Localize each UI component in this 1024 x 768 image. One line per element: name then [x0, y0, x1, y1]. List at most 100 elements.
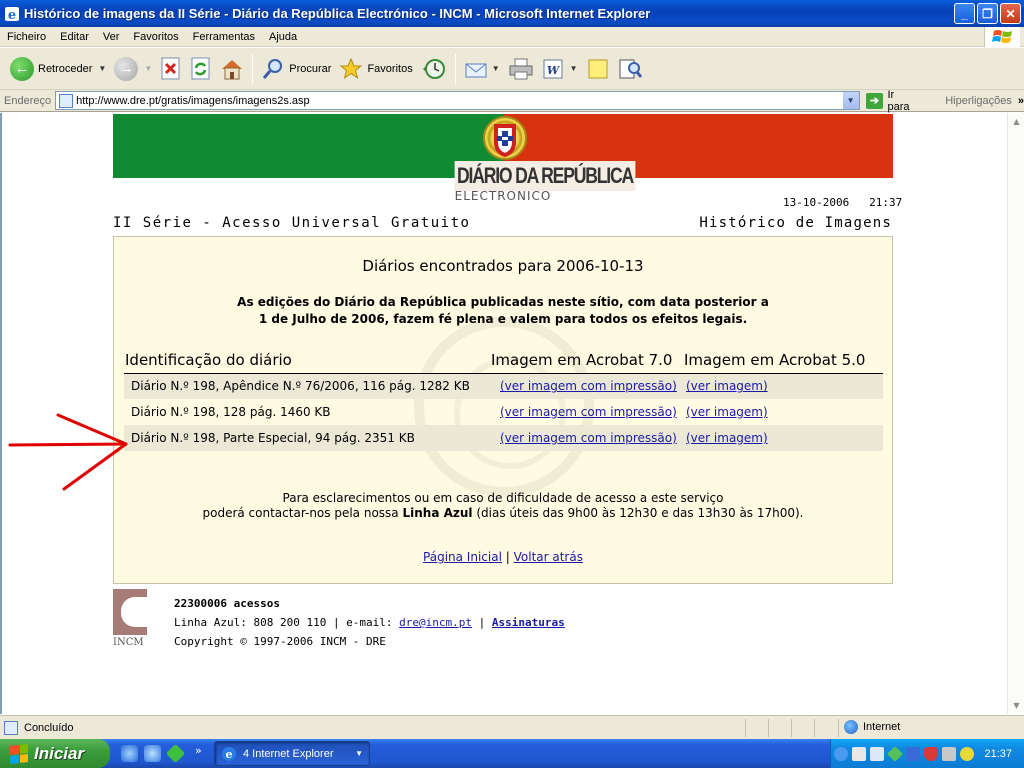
toolbar: ← Retroceder ▼ → ▼ Procurar Favoritos ▼ … [0, 48, 1024, 90]
found-heading: Diários encontrados para 2006-10-13 [362, 257, 644, 275]
go-back-link[interactable]: Voltar atrás [514, 550, 583, 564]
links-toolbar[interactable]: Hiperligações [945, 95, 1012, 107]
history-button[interactable] [417, 51, 451, 87]
view-with-print-link[interactable]: (ver imagem com impressão) [500, 379, 677, 393]
link-separator: | [505, 550, 510, 564]
home-button[interactable] [216, 51, 248, 87]
phone-text: Linha Azul: 808 200 110 | e-mail: [174, 616, 393, 629]
view-image-link[interactable]: (ver imagem) [686, 379, 768, 393]
search-button[interactable]: Procurar [257, 51, 335, 87]
taskbar-ie-group[interactable]: e 4 Internet Explorer ▼ [214, 741, 370, 766]
quicklaunch-ie-icon[interactable] [121, 745, 138, 762]
menu-view[interactable]: Ver [96, 31, 127, 43]
quicklaunch-ie2-icon[interactable] [144, 745, 161, 762]
print-button[interactable] [504, 51, 538, 87]
start-label: Iniciar [34, 743, 85, 763]
vertical-scrollbar[interactable]: ▲ ▼ [1007, 113, 1024, 714]
status-divider [791, 719, 792, 737]
discuss-button[interactable] [582, 51, 614, 87]
menu-edit[interactable]: Editar [53, 31, 96, 43]
tray-app-icon[interactable] [887, 745, 903, 762]
home-page-link[interactable]: Página Inicial [423, 550, 502, 564]
nav-links: Página Inicial | Voltar atrás [114, 550, 892, 564]
page-footer: INCM 22300006 acessos Linha Azul: 808 20… [113, 589, 613, 653]
address-input[interactable]: http://www.dre.pt/gratis/imagens/imagens… [55, 91, 860, 110]
history-icon [422, 58, 445, 79]
menu-file[interactable]: Ficheiro [0, 31, 53, 43]
contact-line-1: Para esclarecimentos ou em caso de dific… [282, 491, 724, 505]
favorites-button[interactable]: Favoritos [335, 51, 416, 87]
word-document-icon: W [543, 59, 563, 78]
notice-line-2: 1 de Julho de 2006, fazem fé plena e val… [258, 312, 748, 326]
address-dropdown-icon[interactable]: ▼ [841, 92, 859, 109]
contact-line: Linha Azul: 808 200 110 | e-mail: dre@in… [174, 613, 565, 632]
view-image-link[interactable]: (ver imagem) [686, 405, 768, 419]
research-button[interactable] [614, 51, 648, 87]
maximize-button[interactable]: ❐ [977, 3, 998, 24]
incm-logo-text: INCM [113, 637, 144, 648]
windows-flag-icon [10, 743, 28, 764]
address-url[interactable]: http://www.dre.pt/gratis/imagens/imagens… [76, 95, 310, 107]
tray-network-icon[interactable] [852, 746, 866, 761]
go-button[interactable]: ➔ Ir para [865, 88, 920, 113]
quicklaunch-chevron-icon[interactable]: » [195, 744, 202, 757]
status-divider [838, 719, 839, 737]
results-table: Identificação do diário Imagem em Acroba… [124, 347, 883, 451]
start-button[interactable]: Iniciar [0, 739, 110, 768]
forward-button[interactable]: → ▼ [110, 51, 156, 87]
row-id: Diário N.º 198, Parte Especial, 94 pág. … [124, 425, 490, 451]
mail-icon [465, 63, 487, 77]
forward-dropdown-icon[interactable]: ▼ [144, 64, 152, 73]
email-link[interactable]: dre@incm.pt [399, 616, 472, 629]
globe-icon [844, 720, 858, 734]
zone-label: Internet [863, 721, 901, 733]
back-arrow-icon: ← [10, 56, 34, 81]
scroll-down-icon[interactable]: ▼ [1008, 697, 1024, 714]
go-label: Ir para [887, 88, 910, 113]
status-text: Concluído [24, 721, 74, 734]
tray-app2-icon[interactable] [906, 746, 920, 761]
row-acrobat5-cell: (ver imagem) [683, 425, 883, 451]
back-button[interactable]: ← Retroceder ▼ [6, 51, 110, 87]
subscriptions-link[interactable]: Assinaturas [492, 616, 565, 629]
mail-button[interactable]: ▼ [460, 51, 504, 87]
tray-expand-icon[interactable] [834, 746, 848, 761]
edit-button[interactable]: W ▼ [538, 51, 582, 87]
title-bar[interactable]: e Histórico de imagens da II Série - Diá… [0, 0, 1024, 27]
window-title: Histórico de imagens da II Série - Diári… [24, 6, 651, 21]
back-label: Retroceder [38, 62, 93, 75]
minimize-button[interactable]: _ [954, 3, 975, 24]
security-zone[interactable]: Internet [844, 720, 900, 734]
tray-monitor-icon[interactable] [870, 746, 884, 761]
chevron-right-icon[interactable]: » [1018, 95, 1024, 107]
table-header-row: Identificação do diário Imagem em Acroba… [124, 347, 883, 374]
row-acrobat5-cell: (ver imagem) [683, 399, 883, 425]
menu-favorites[interactable]: Favoritos [126, 31, 185, 43]
scroll-up-icon[interactable]: ▲ [1008, 113, 1024, 130]
view-with-print-link[interactable]: (ver imagem com impressão) [500, 431, 677, 445]
quicklaunch-app-icon[interactable] [165, 743, 186, 764]
tray-volume-icon[interactable] [942, 746, 956, 761]
column-header-id: Identificação do diário [124, 347, 490, 374]
stop-button[interactable] [156, 51, 186, 87]
restore-icon: ❐ [982, 6, 993, 21]
page-status-icon [4, 720, 18, 735]
contact-line-2: poderá contactar-nos pela nossa Linha Az… [114, 506, 892, 521]
red-arrow-annotation [8, 413, 128, 491]
refresh-button[interactable] [186, 51, 216, 87]
menu-help[interactable]: Ajuda [262, 31, 304, 43]
row-acrobat5-cell: (ver imagem) [683, 373, 883, 399]
tray-security-icon[interactable] [924, 746, 938, 761]
view-image-link[interactable]: (ver imagem) [686, 431, 768, 445]
column-header-acrobat5: Imagem em Acrobat 5.0 [683, 347, 883, 374]
research-icon [619, 59, 642, 78]
close-button[interactable]: ✕ [1000, 3, 1021, 24]
refresh-icon [191, 57, 210, 79]
back-dropdown-icon[interactable]: ▼ [98, 64, 106, 73]
view-with-print-link[interactable]: (ver imagem com impressão) [500, 405, 677, 419]
tray-green-icon[interactable] [960, 746, 974, 761]
history-title: Histórico de Imagens [699, 215, 892, 231]
menu-tools[interactable]: Ferramentas [186, 31, 262, 43]
mail-dropdown-icon[interactable]: ▼ [492, 64, 500, 73]
edit-dropdown-icon[interactable]: ▼ [570, 64, 578, 73]
